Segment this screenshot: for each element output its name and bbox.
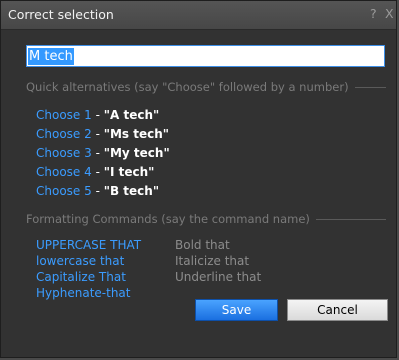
choose-link[interactable]: Choose 5 [36,184,92,198]
choice-separator: - [91,146,104,160]
choose-link[interactable]: Choose 2 [36,127,92,141]
alternative-item-1[interactable]: Choose 1 - "A tech" [36,108,159,122]
command-hyphenate[interactable]: Hyphenate-that [36,286,130,300]
command-underline: Underline that [175,270,262,284]
section-divider [315,218,386,220]
selected-text: M tech [28,48,74,65]
alternative-item-5[interactable]: Choose 5 - "B tech" [36,184,159,198]
choice-separator: - [91,127,104,141]
choose-link[interactable]: Choose 3 [36,146,92,160]
alternative-value: "Ms tech" [103,127,170,141]
alternative-value: "My tech" [103,146,170,160]
choice-separator: - [91,165,104,179]
quick-alternatives-label: Quick alternatives (say "Choose" followe… [26,80,349,94]
alternative-value: "A tech" [103,108,160,122]
correct-selection-dialog: Correct selection ? X M tech Quick alter… [0,0,397,358]
formatting-commands-label: Formatting Commands (say the command nam… [26,212,310,226]
save-button[interactable]: Save [195,299,278,321]
choose-link[interactable]: Choose 4 [36,165,92,179]
alternative-value: "B tech" [103,184,160,198]
command-italicize: Italicize that [175,254,250,268]
correction-input[interactable] [26,45,385,67]
choice-separator: - [91,108,104,122]
command-bold: Bold that [175,238,230,252]
formatting-commands-header: Formatting Commands (say the command nam… [26,212,386,226]
command-lowercase[interactable]: lowercase that [36,254,124,268]
quick-alternatives-header: Quick alternatives (say "Choose" followe… [26,80,386,94]
alternative-item-2[interactable]: Choose 2 - "Ms tech" [36,127,169,141]
command-uppercase[interactable]: UPPERCASE THAT [36,238,141,252]
command-capitalize[interactable]: Capitalize That [36,270,126,284]
dialog-title: Correct selection [8,7,114,22]
alternative-value: "I tech" [103,165,155,179]
alternative-item-4[interactable]: Choose 4 - "I tech" [36,165,154,179]
section-divider [354,86,386,88]
cancel-button[interactable]: Cancel [287,299,388,321]
alternative-item-3[interactable]: Choose 3 - "My tech" [36,146,170,160]
close-icon[interactable]: X [385,6,394,21]
choose-link[interactable]: Choose 1 [36,108,92,122]
choice-separator: - [91,184,104,198]
title-bar: Correct selection ? X [1,1,396,30]
help-icon[interactable]: ? [370,6,377,21]
